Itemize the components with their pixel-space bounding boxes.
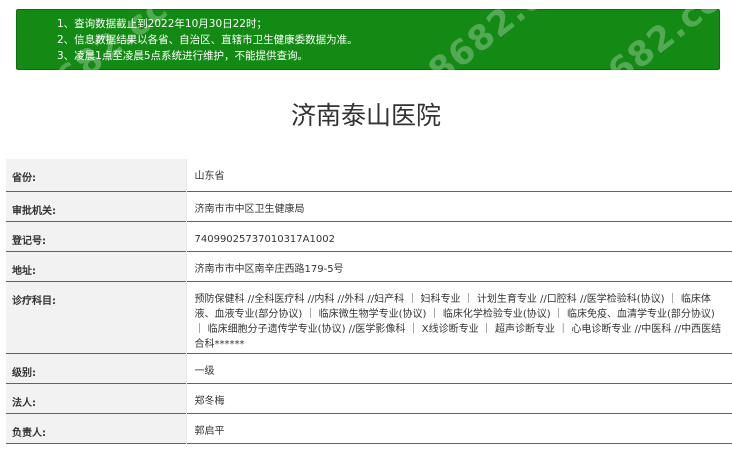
row-value: 郑冬梅 — [186, 383, 732, 413]
info-row-legal-person: 法人: 郑冬梅 — [6, 383, 732, 413]
row-value: 济南市市中区卫生健康局 — [186, 191, 732, 221]
row-value: 74099025737010317A1002 — [186, 221, 732, 251]
row-label: 级别: — [6, 353, 187, 383]
row-value: 一级 — [186, 353, 732, 383]
row-label: 审批机关: — [6, 191, 187, 221]
row-value: 预防保健科 //全科医疗科 //内科 //外科 //妇产科 ｜ 妇科专业 ｜ 计… — [186, 281, 732, 353]
info-row-departments: 诊疗科目: 预防保健科 //全科医疗科 //内科 //外科 //妇产科 ｜ 妇科… — [6, 281, 732, 353]
info-row-address: 地址: 济南市市中区南辛庄西路179-5号 — [6, 251, 732, 281]
notice-banner: 8682.cc 8682.cc 8682.cc 1、查询数据截止到2022年10… — [16, 0, 728, 115]
hospital-name: 济南泰山医院 — [290, 101, 441, 130]
info-row-province: 省份: 山东省 — [6, 159, 732, 191]
row-label: 登记号: — [6, 221, 187, 251]
info-row-level: 级别: 一级 — [6, 353, 732, 383]
info-row-registration-number: 登记号: 74099025737010317A1002 — [6, 221, 732, 251]
row-value: 山东省 — [186, 159, 732, 191]
row-label: 负责人: — [6, 413, 187, 443]
hospital-info-table: 省份: 山东省 审批机关: 济南市市中区卫生健康局 登记号: 740990257… — [6, 159, 732, 444]
row-label: 地址: — [6, 251, 187, 281]
page: 8682.cc 8682.cc 8682.cc 1、查询数据截止到2022年10… — [0, 0, 732, 455]
row-value: 济南市市中区南辛庄西路179-5号 — [186, 251, 732, 281]
row-label: 省份: — [6, 159, 187, 191]
info-row-approval-authority: 审批机关: 济南市市中区卫生健康局 — [6, 191, 732, 221]
info-row-person-in-charge: 负责人: 郭启平 — [6, 413, 732, 443]
row-value: 郭启平 — [186, 413, 732, 443]
row-label: 诊疗科目: — [6, 281, 187, 353]
row-label: 法人: — [6, 383, 187, 413]
